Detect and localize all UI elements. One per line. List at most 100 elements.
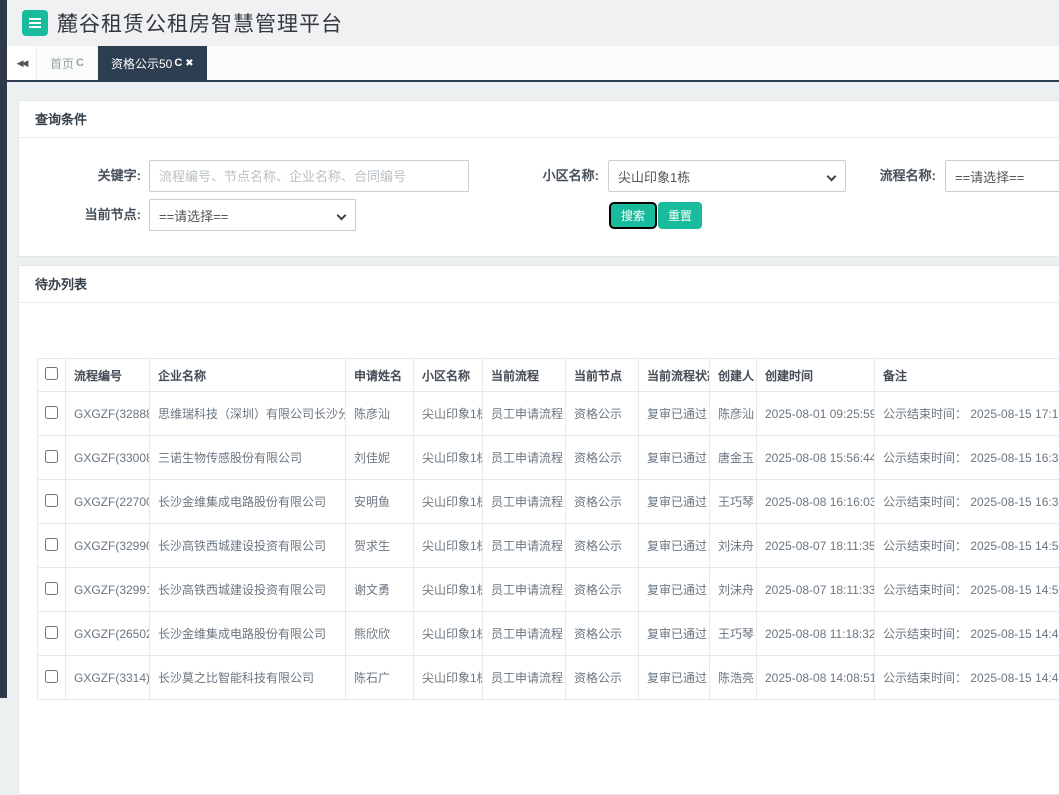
menu-toggle-button[interactable] xyxy=(22,10,48,36)
table-cell: 2025-08-08 14:08:51 xyxy=(757,656,875,700)
table-row: GXGZF(33008)三诺生物传感股份有限公司刘佳妮尖山印象1栋员工申请流程资… xyxy=(38,436,1059,480)
table-cell: 复审已通过 xyxy=(639,480,710,524)
current-node-select[interactable]: ==请选择== xyxy=(149,199,356,231)
select-all-checkbox[interactable] xyxy=(45,367,58,380)
table-cell: 长沙莫之比智能科技有限公司 xyxy=(150,656,346,700)
col-header: 小区名称 xyxy=(414,359,483,392)
table-cell: 资格公示 xyxy=(566,436,639,480)
tab-home[interactable]: 首页 C xyxy=(37,46,98,80)
table-cell: 陈石广 xyxy=(346,656,414,700)
table-cell: 尖山印象1栋 xyxy=(414,480,483,524)
row-checkbox[interactable] xyxy=(45,670,58,683)
flow-name-select[interactable]: ==请选择== xyxy=(945,160,1059,192)
table-cell: 尖山印象1栋 xyxy=(414,568,483,612)
table-cell: 资格公示 xyxy=(566,568,639,612)
row-checkbox[interactable] xyxy=(45,626,58,639)
table-cell: 刘沫舟 xyxy=(710,568,757,612)
col-header: 申请姓名 xyxy=(346,359,414,392)
col-header: 当前流程 xyxy=(483,359,566,392)
table-cell: GXGZF(22700) xyxy=(66,480,150,524)
table-cell: 资格公示 xyxy=(566,524,639,568)
table-cell: 王巧琴 xyxy=(710,612,757,656)
tabs-collapse-left-icon[interactable]: ◀◀ xyxy=(7,46,37,80)
query-panel: 查询条件 关键字: 小区名称: 尖山印象1栋 流程名称: ==请选择== 当前节… xyxy=(18,100,1059,257)
row-checkbox[interactable] xyxy=(45,582,58,595)
table-cell: 陈浩亮 xyxy=(710,656,757,700)
table-cell: GXGZF(33008) xyxy=(66,436,150,480)
table-cell: 复审已通过 xyxy=(639,612,710,656)
col-header: 企业名称 xyxy=(150,359,346,392)
row-checkbox[interactable] xyxy=(45,494,58,507)
table-cell: 员工申请流程 xyxy=(483,568,566,612)
table-cell: 资格公示 xyxy=(566,612,639,656)
row-checkbox[interactable] xyxy=(45,406,58,419)
table-cell: GXGZF(32991) xyxy=(66,568,150,612)
table-cell: 2025-08-07 18:11:33 xyxy=(757,568,875,612)
table-cell: GXGZF(32990) xyxy=(66,524,150,568)
table-cell: 唐金玉 xyxy=(710,436,757,480)
tab-qualification-label: 资格公示50 xyxy=(111,55,172,72)
table-cell: 资格公示 xyxy=(566,656,639,700)
tab-bar: ◀◀ 首页 C 资格公示50 C ✖ xyxy=(7,46,1059,82)
table-cell: 尖山印象1栋 xyxy=(414,524,483,568)
table-cell: GXGZF(26502) xyxy=(66,612,150,656)
table-cell: 陈彦汕 xyxy=(346,392,414,436)
col-header: 流程编号 xyxy=(66,359,150,392)
keyword-input[interactable] xyxy=(149,160,469,192)
table-cell: 谢文勇 xyxy=(346,568,414,612)
table-cell: 复审已通过 xyxy=(639,568,710,612)
hamburger-icon xyxy=(29,22,41,24)
table-cell: 员工申请流程 xyxy=(483,524,566,568)
table-cell: 复审已通过 xyxy=(639,392,710,436)
query-form: 关键字: 小区名称: 尖山印象1栋 流程名称: ==请选择== 当前节点: ==… xyxy=(19,138,1059,256)
refresh-icon[interactable]: C xyxy=(76,57,84,69)
app-title: 麓谷租赁公租房智慧管理平台 xyxy=(57,8,343,38)
node-select-value: ==请选择== xyxy=(159,206,228,225)
query-panel-title: 查询条件 xyxy=(19,101,1059,138)
col-header: 当前流程状态 xyxy=(639,359,710,392)
table-cell: 公示结束时间： 2025-08-15 14:50:01 xyxy=(875,568,1059,612)
table-cell: 刘佳妮 xyxy=(346,436,414,480)
col-header: 备注 xyxy=(875,359,1059,392)
col-header: 创建时间 xyxy=(757,359,875,392)
table-cell: 员工申请流程 xyxy=(483,656,566,700)
table-cell: 公示结束时间： 2025-08-15 14:49:54 xyxy=(875,612,1059,656)
community-select-value: 尖山印象1栋 xyxy=(618,167,690,186)
table-cell: 长沙高铁西城建设投资有限公司 xyxy=(150,568,346,612)
table-cell: 长沙金维集成电路股份有限公司 xyxy=(150,612,346,656)
current-node-label: 当前节点: xyxy=(20,199,141,231)
table-cell: 长沙高铁西城建设投资有限公司 xyxy=(150,524,346,568)
search-button[interactable]: 搜索 xyxy=(609,202,657,229)
table-row: GXGZF(32888)思维瑞科技（深圳）有限公司长沙分公司陈彦汕尖山印象1栋员… xyxy=(38,392,1059,436)
table-row: GXGZF(32990)长沙高铁西城建设投资有限公司贺求生尖山印象1栋员工申请流… xyxy=(38,524,1059,568)
table-cell: 2025-08-07 18:11:35 xyxy=(757,524,875,568)
todo-panel-title: 待办列表 xyxy=(19,266,1059,303)
table-cell: 陈彦汕 xyxy=(710,392,757,436)
table-cell: 复审已通过 xyxy=(639,656,710,700)
tab-qualification-publicity[interactable]: 资格公示50 C ✖ xyxy=(98,46,207,80)
table-cell: 员工申请流程 xyxy=(483,480,566,524)
refresh-icon[interactable]: C xyxy=(174,57,182,69)
reset-button[interactable]: 重置 xyxy=(658,202,702,229)
table-cell: 公示结束时间： 2025-08-15 16:33:17 xyxy=(875,436,1059,480)
row-checkbox[interactable] xyxy=(45,538,58,551)
table-cell: 熊欣欣 xyxy=(346,612,414,656)
community-label: 小区名称: xyxy=(459,160,599,192)
table-cell: 2025-08-01 09:25:59 xyxy=(757,392,875,436)
table-cell: 复审已通过 xyxy=(639,524,710,568)
table-cell: 复审已通过 xyxy=(639,436,710,480)
col-header: 当前节点 xyxy=(566,359,639,392)
flow-name-label: 流程名称: xyxy=(796,160,936,192)
app-header: 麓谷租赁公租房智慧管理平台 xyxy=(7,0,1059,46)
table-cell: 员工申请流程 xyxy=(483,612,566,656)
row-checkbox[interactable] xyxy=(45,450,58,463)
collapsed-sidebar xyxy=(0,0,7,698)
table-cell: 员工申请流程 xyxy=(483,436,566,480)
table-cell: 公示结束时间： 2025-08-15 17:15:39 xyxy=(875,392,1059,436)
close-icon[interactable]: ✖ xyxy=(185,58,193,69)
table-cell: 公示结束时间： 2025-08-15 14:49:46 xyxy=(875,656,1059,700)
table-cell: 安明鱼 xyxy=(346,480,414,524)
flow-select-value: ==请选择== xyxy=(955,167,1024,186)
table-cell: 员工申请流程 xyxy=(483,392,566,436)
table-cell: 尖山印象1栋 xyxy=(414,612,483,656)
